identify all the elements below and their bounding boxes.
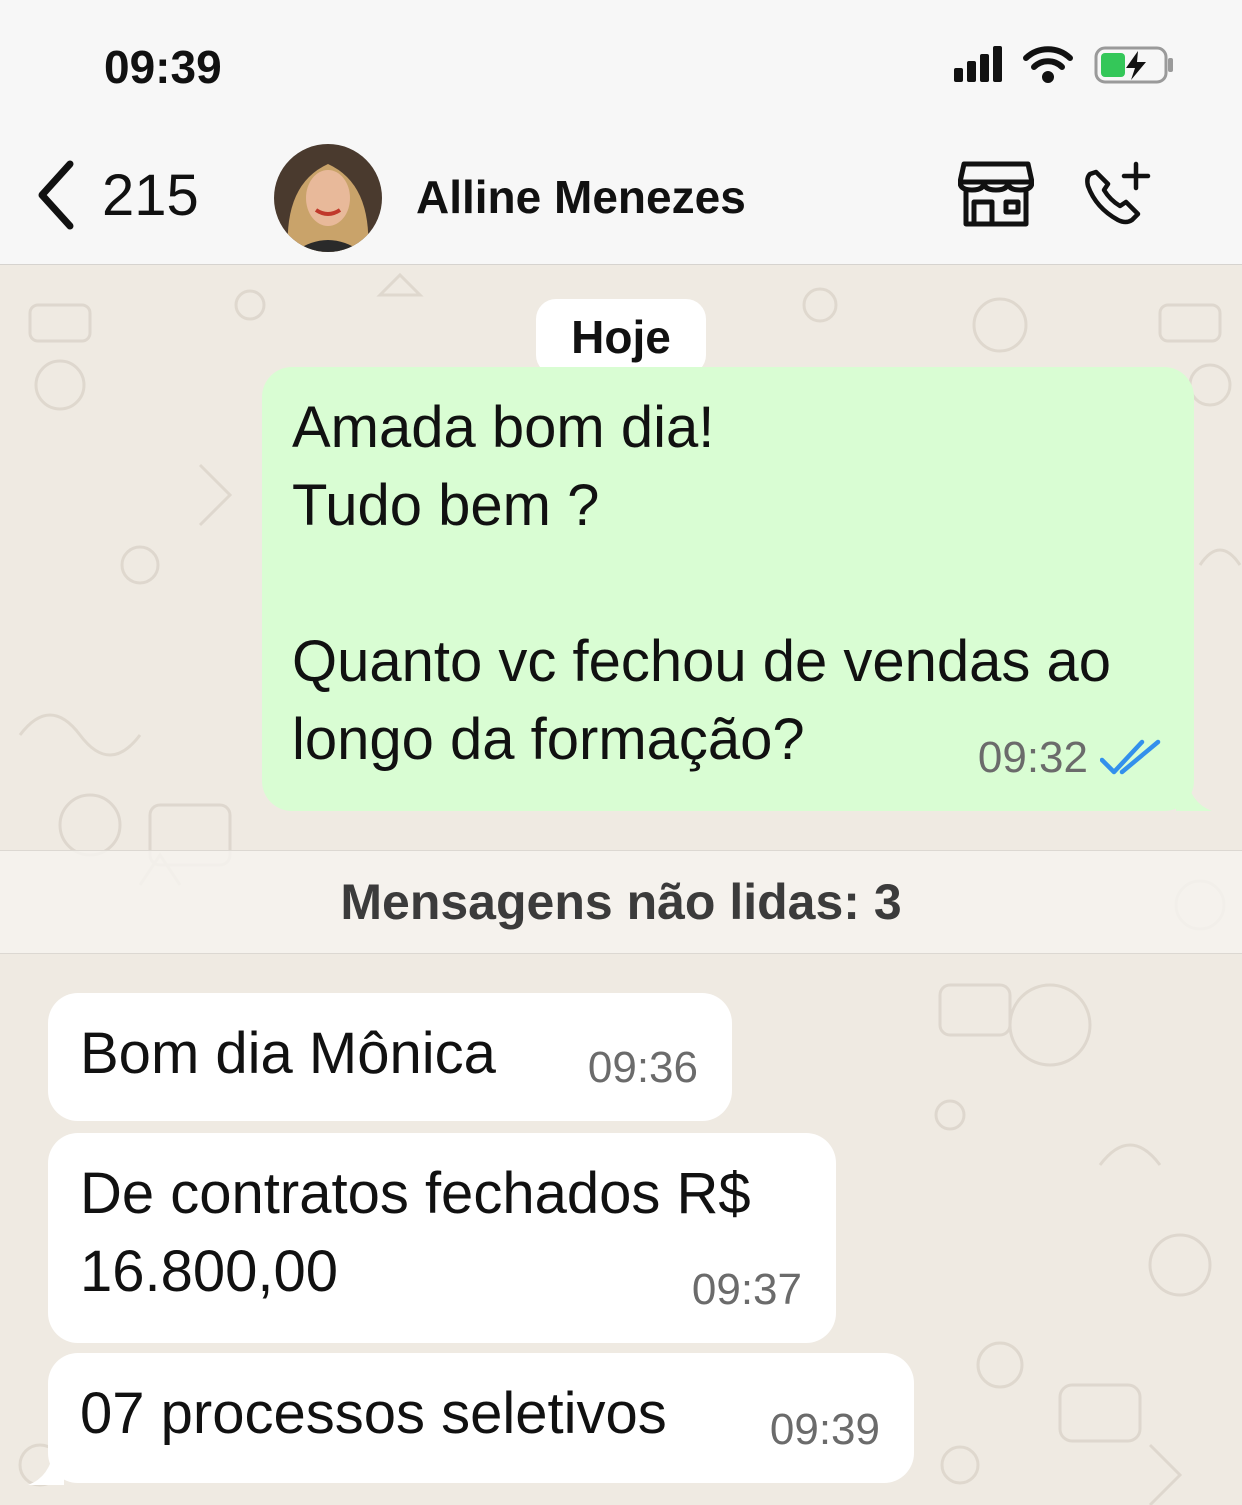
chat-area[interactable]: Hoje Amada bom dia! Tudo bem ? Quanto vc…: [0, 265, 1242, 1505]
chat-header: 215 Alline Menezes: [0, 130, 1242, 265]
date-separator: Hoje: [536, 299, 706, 375]
battery-icon: [1094, 46, 1173, 84]
avatar[interactable]: [274, 144, 382, 252]
bubble-tail: [28, 1449, 64, 1485]
incoming-message[interactable]: Bom dia Mônica 09:36: [48, 993, 732, 1121]
catalog-button[interactable]: [957, 160, 1035, 233]
double-check-icon: [1100, 739, 1161, 775]
outgoing-message[interactable]: Amada bom dia! Tudo bem ? Quanto vc fech…: [262, 367, 1194, 811]
message-time: 09:39: [769, 1405, 880, 1454]
incoming-message[interactable]: De contratos fechados R$ 16.800,00 09:37: [48, 1133, 836, 1343]
message-meta: 09:32: [978, 719, 1164, 797]
phone-plus-icon: [1085, 161, 1151, 225]
unread-separator: Mensagens não lidas: 3: [0, 850, 1242, 954]
add-call-button[interactable]: [1080, 160, 1152, 235]
message-time: 09:37: [691, 1265, 802, 1314]
contact-name[interactable]: Alline Menezes: [416, 170, 746, 224]
incoming-message[interactable]: 07 processos seletivos 09:39: [48, 1353, 914, 1483]
store-icon: [957, 161, 1035, 227]
message-time: 09:32: [977, 733, 1088, 782]
chevron-left-icon: [38, 160, 74, 230]
status-time: 09:39: [104, 41, 222, 93]
status-bar: 09:39: [0, 0, 1242, 130]
unread-chats-count: 215: [102, 162, 199, 228]
back-button[interactable]: 215: [36, 160, 199, 230]
message-time: 09:36: [587, 1043, 698, 1092]
bubble-tail: [1176, 775, 1212, 811]
signal-icon: [954, 46, 1002, 82]
wifi-icon: [1023, 46, 1073, 83]
status-icons: [954, 44, 1176, 94]
message-text: 07 processos seletivos: [80, 1381, 667, 1446]
